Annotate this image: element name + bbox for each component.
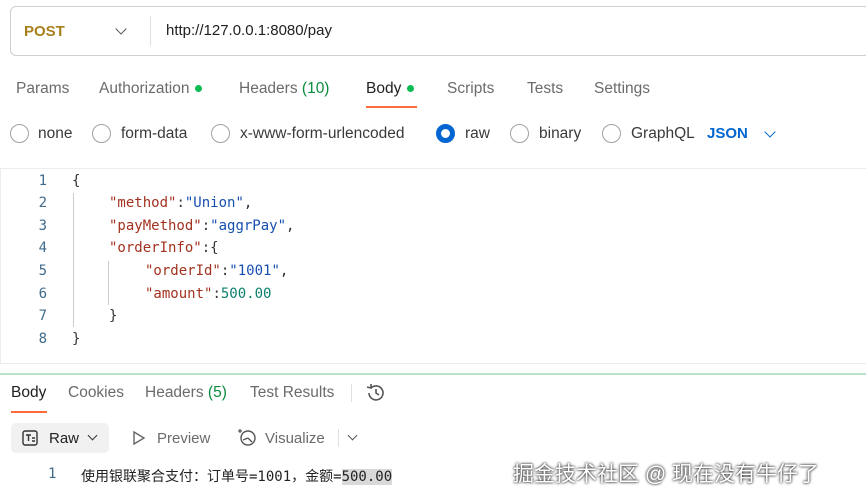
tab-authorization[interactable]: Authorization — [99, 80, 203, 98]
url-input[interactable]: http://127.0.0.1:8080/pay — [166, 22, 332, 39]
tab-scripts[interactable]: Scripts — [447, 80, 494, 98]
radio-label: form-data — [121, 125, 188, 142]
brace: } — [109, 308, 118, 324]
indent-guide — [108, 261, 109, 305]
watermark: 掘金技术社区 @ 现在没有牛仔了 — [513, 463, 819, 486]
preview-button[interactable]: Preview — [157, 430, 210, 447]
json-key: "orderId" — [145, 263, 221, 279]
indent-guide — [73, 193, 74, 327]
visualize-icon — [238, 429, 256, 446]
json-key: "method" — [109, 195, 177, 211]
divider — [351, 384, 352, 402]
radio-label: GraphQL — [631, 125, 695, 142]
request-url-bar — [10, 6, 866, 56]
brace: } — [72, 331, 81, 347]
line-number: 2 — [38, 195, 47, 211]
radio-label: x-www-form-urlencoded — [240, 125, 405, 142]
radio-binary[interactable] — [510, 124, 529, 143]
radio-x-www-form-urlencoded[interactable] — [211, 124, 230, 143]
tab-settings[interactable]: Settings — [594, 80, 650, 98]
line-number: 1 — [38, 173, 47, 189]
line-number: 8 — [38, 331, 47, 347]
line-number: 6 — [38, 286, 47, 302]
selected-text: 500.00 — [341, 469, 393, 485]
code-line: "method":"Union", — [109, 195, 253, 211]
tab-label: Body — [366, 80, 402, 97]
json-string: "aggrPay" — [210, 218, 287, 234]
visualize-button[interactable]: Visualize — [265, 430, 325, 447]
divider — [150, 16, 151, 46]
active-tab-indicator — [11, 411, 47, 413]
response-tab-body[interactable]: Body — [11, 384, 46, 402]
status-dot — [407, 85, 415, 93]
line-number: 4 — [38, 240, 47, 256]
method-select[interactable]: POST — [24, 23, 65, 40]
tab-body[interactable]: Body — [366, 80, 415, 98]
count-badge: (5) — [207, 384, 227, 401]
radio-graphql[interactable] — [602, 124, 621, 143]
tab-label: Authorization — [99, 80, 190, 97]
code-line: "amount":500.00 — [145, 286, 272, 302]
tab-tests[interactable]: Tests — [527, 80, 563, 98]
tab-label: Headers — [239, 80, 298, 97]
json-key: "payMethod" — [109, 218, 202, 234]
json-number: 500.00 — [220, 286, 272, 302]
code-line: "orderId":"1001", — [145, 263, 289, 279]
line-number: 7 — [38, 308, 47, 324]
response-divider[interactable] — [0, 373, 866, 375]
play-icon — [133, 430, 146, 446]
brace: { — [72, 173, 81, 189]
response-body[interactable]: 使用银联聚合支付：订单号=1001，金额=500.00 — [81, 466, 393, 486]
response-tab-cookies[interactable]: Cookies — [68, 384, 124, 402]
response-tab-headers[interactable]: Headers (5) — [145, 384, 227, 402]
line-number: 1 — [48, 466, 57, 482]
history-icon[interactable] — [365, 382, 387, 404]
count-badge: (10) — [301, 80, 330, 97]
json-key: "orderInfo" — [109, 240, 202, 256]
line-number: 3 — [38, 218, 47, 234]
radio-label: raw — [465, 125, 490, 142]
code-line: "orderInfo":{ — [109, 240, 219, 256]
code-line: "payMethod":"aggrPay", — [109, 218, 295, 234]
tab-headers[interactable]: Headers (10) — [239, 80, 329, 98]
response-text: 使用银联聚合支付：订单号=1001，金额= — [81, 469, 342, 485]
active-tab-indicator — [366, 106, 417, 108]
json-string: "1001" — [229, 263, 280, 279]
chevron-down-icon[interactable] — [764, 126, 776, 138]
radio-label: binary — [539, 125, 582, 142]
format-select[interactable]: JSON — [707, 125, 748, 142]
radio-form-data[interactable] — [92, 124, 111, 143]
line-number: 5 — [38, 263, 47, 279]
radio-raw[interactable] — [436, 124, 455, 143]
text-format-icon — [22, 430, 38, 446]
tab-label: Headers — [145, 384, 204, 401]
radio-label: none — [38, 125, 73, 142]
chevron-down-icon[interactable] — [347, 430, 358, 441]
raw-label: Raw — [49, 430, 80, 447]
divider — [338, 429, 339, 447]
status-dot — [195, 85, 203, 93]
response-tab-test-results[interactable]: Test Results — [250, 384, 334, 402]
radio-none[interactable] — [10, 124, 29, 143]
json-string: "Union" — [184, 195, 244, 211]
json-key: "amount" — [145, 286, 213, 302]
tab-params[interactable]: Params — [16, 80, 69, 98]
